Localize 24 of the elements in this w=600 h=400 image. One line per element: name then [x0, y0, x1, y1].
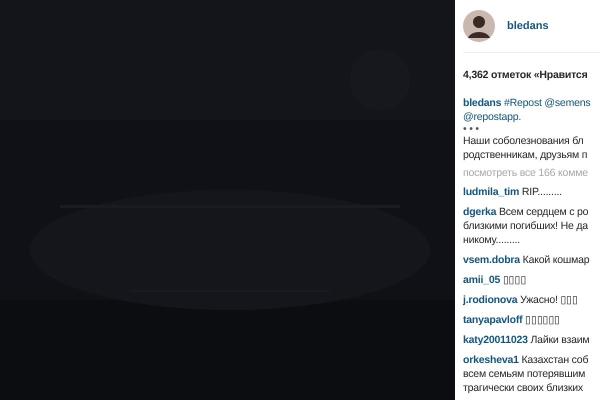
caption-dots: • • •	[463, 124, 480, 134]
username-link[interactable]: ludmila_tim	[463, 186, 520, 198]
comment: katy20011023 Лайки взаим	[463, 333, 590, 347]
comment: ludmila_tim RIP.........	[463, 185, 563, 199]
caption-link[interactable]: @repostapp.	[463, 110, 600, 124]
likes-count[interactable]: 4,362 отметок «Нравится	[463, 68, 600, 82]
comment: vsem.dobra Какой кошмар	[463, 253, 590, 267]
caption-text: Наши соболезнования бл родственникам, друзьям п	[463, 134, 588, 162]
comment: tanyapavloff ▯▯▯▯▯▯	[463, 313, 561, 327]
username-link[interactable]: orkesheva1	[463, 354, 519, 366]
avatar[interactable]	[463, 10, 495, 42]
username-link[interactable]: bledans	[507, 20, 549, 32]
caption-link[interactable]: #Repost @semens	[504, 97, 590, 109]
username-link[interactable]: j.rodionova	[463, 294, 518, 306]
username-link[interactable]: bledans	[463, 97, 502, 109]
comment: orkesheva1 Казахстан соб всем семьям потерявшим трагически своих близких	[463, 353, 590, 395]
comment: amii_05 ▯▯▯▯	[463, 273, 528, 287]
comment: j.rodionova Ужасно! ▯▯▯	[463, 293, 579, 307]
username-link[interactable]: katy20011023	[463, 334, 528, 346]
username-link[interactable]: amii_05	[463, 274, 500, 286]
username-link[interactable]: tanyapavloff	[463, 314, 522, 326]
username-link[interactable]: dgerka	[463, 206, 496, 218]
comment: dgerka Всем сердцем с ро близкими погибших! Не да никому.........	[463, 205, 590, 247]
username-link[interactable]: vsem.dobra	[463, 254, 520, 266]
